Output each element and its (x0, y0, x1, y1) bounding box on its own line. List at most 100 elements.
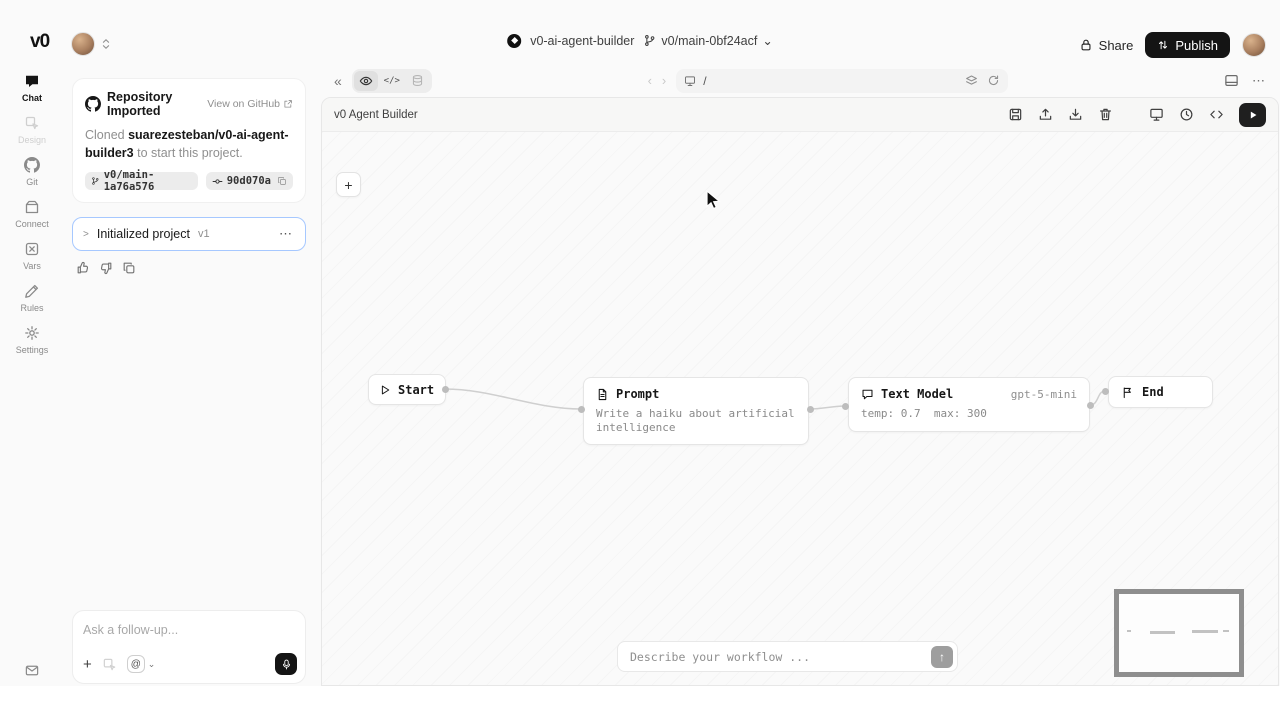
top-bar: v0 v0-ai-agent-builder v0/main-0bf24acf … (0, 0, 1280, 64)
branch-badge[interactable]: v0/main-1a76a576 (85, 172, 198, 190)
copy-response-icon[interactable] (122, 261, 136, 275)
flag-icon (1121, 386, 1134, 399)
code-icon[interactable] (1209, 107, 1224, 122)
commit-badge[interactable]: 90d070a (206, 172, 293, 190)
feedback-mail-icon[interactable] (25, 663, 40, 678)
workspace-switcher-icon[interactable] (100, 37, 112, 51)
node-title: End (1142, 385, 1164, 399)
minimap-node-mark (1223, 630, 1229, 632)
chat-icon (24, 73, 40, 89)
mention-source-selector[interactable]: @ ⌄ (127, 655, 156, 673)
port-prompt-in[interactable] (578, 406, 585, 413)
workflow-prompt-bar: ↑ (617, 641, 958, 672)
history-clock-icon[interactable] (1179, 107, 1194, 122)
workflow-prompt-input[interactable] (630, 650, 931, 664)
branch-selector[interactable]: v0/main-0bf24acf ⌄ (643, 33, 772, 48)
rail-item-connect[interactable]: Connect (15, 199, 49, 229)
code-view-icon[interactable]: </> (380, 71, 404, 91)
project-chip: v0-ai-agent-builder v0/main-0bf24acf ⌄ (507, 33, 773, 48)
design-mode-icon[interactable] (102, 657, 117, 672)
copy-commit-icon[interactable] (277, 176, 287, 186)
preview-toolbar: « </> ‹ › / (320, 64, 1280, 97)
chevron-down-icon: ⌄ (762, 33, 772, 48)
node-description: temp: 0.7 max: 300 (861, 407, 1077, 421)
rail-item-git[interactable]: Git (24, 157, 40, 187)
rail-item-chat[interactable]: Chat (22, 73, 42, 103)
nav-forward-icon[interactable]: › (662, 73, 666, 88)
project-icon (507, 34, 521, 48)
canvas-minimap[interactable] (1114, 589, 1244, 677)
rail-item-vars[interactable]: Vars (23, 241, 41, 271)
rail-item-rules[interactable]: Rules (20, 283, 43, 313)
collapse-panel-icon[interactable]: « (334, 73, 342, 89)
builder-toolbar (1008, 103, 1266, 127)
device-icon (684, 75, 696, 87)
feedback-row (76, 261, 306, 275)
followup-input[interactable] (83, 623, 295, 637)
thumbs-down-icon[interactable] (99, 261, 113, 275)
view-on-github-link[interactable]: View on GitHub (207, 98, 293, 110)
download-icon[interactable] (1068, 107, 1083, 122)
monitor-icon[interactable] (1149, 107, 1164, 122)
workflow-canvas[interactable]: + Start Prompt Write a haiku about artif… (322, 132, 1278, 685)
port-start-out[interactable] (442, 386, 449, 393)
version-row-initialized-project[interactable]: > Initialized project v1 ⋯ (72, 217, 306, 251)
node-title: Start (398, 383, 434, 397)
followup-toolbar: + @ ⌄ (83, 653, 297, 675)
preview-url-bar[interactable]: / (676, 69, 1008, 93)
version-more-icon[interactable]: ⋯ (279, 226, 293, 242)
port-prompt-out[interactable] (807, 406, 814, 413)
attach-plus-icon[interactable]: + (83, 656, 92, 673)
model-name-badge: gpt-5-mini (1011, 388, 1077, 401)
user-avatar[interactable] (1242, 33, 1266, 57)
preview-more-icon[interactable]: ⋯ (1252, 73, 1266, 89)
microphone-icon (281, 659, 292, 670)
rail-item-settings[interactable]: Settings (16, 325, 49, 355)
upload-icon[interactable] (1038, 107, 1053, 122)
top-bar-right: Share Publish (1079, 32, 1266, 58)
rail-label: Vars (23, 261, 41, 271)
v0-logo[interactable]: v0 (30, 31, 49, 53)
node-start[interactable]: Start (368, 374, 446, 405)
branch-name: v0/main-0bf24acf (661, 34, 757, 48)
repo-badges: v0/main-1a76a576 90d070a (85, 172, 293, 190)
workspace-avatar[interactable] (71, 32, 95, 56)
node-text-model[interactable]: Text Model gpt-5-mini temp: 0.7 max: 300 (848, 377, 1090, 432)
arrow-up-icon: ↑ (939, 650, 945, 664)
node-prompt[interactable]: Prompt Write a haiku about artificial in… (583, 377, 809, 445)
rail-item-design[interactable]: Design (18, 115, 46, 145)
port-end-in[interactable] (1102, 388, 1109, 395)
chevron-right-icon[interactable]: > (83, 229, 89, 240)
play-outline-icon (379, 384, 391, 396)
port-model-in[interactable] (842, 403, 849, 410)
connect-icon (24, 199, 40, 215)
port-model-out[interactable] (1087, 402, 1094, 409)
chevron-down-icon: ⌄ (148, 659, 156, 670)
share-button[interactable]: Share (1079, 38, 1134, 53)
gear-icon (24, 325, 40, 341)
rail-label: Rules (20, 303, 43, 313)
publish-button[interactable]: Publish (1145, 32, 1230, 58)
project-name[interactable]: v0-ai-agent-builder (530, 34, 634, 48)
database-view-icon[interactable] (406, 71, 430, 91)
commit-badge-label: 90d070a (227, 175, 271, 187)
refresh-icon[interactable] (987, 74, 1000, 87)
thumbs-up-icon[interactable] (76, 261, 90, 275)
save-icon[interactable] (1008, 107, 1023, 122)
minimap-node-mark (1127, 630, 1131, 632)
workflow-send-button[interactable]: ↑ (931, 646, 953, 668)
rail-label: Settings (16, 345, 49, 355)
nav-back-icon[interactable]: ‹ (648, 73, 652, 88)
preview-pane: « </> ‹ › / (320, 64, 1280, 686)
run-workflow-button[interactable] (1239, 103, 1266, 127)
layers-icon[interactable] (965, 74, 978, 87)
trash-icon[interactable] (1098, 107, 1113, 122)
preview-eye-icon[interactable] (354, 71, 378, 91)
play-icon (1248, 110, 1258, 120)
v0-app: v0 v0-ai-agent-builder v0/main-0bf24acf … (0, 0, 1280, 720)
layout-panel-icon[interactable] (1224, 73, 1239, 88)
node-end[interactable]: End (1108, 376, 1213, 408)
add-node-button[interactable]: + (336, 172, 361, 197)
voice-input-button[interactable] (275, 653, 297, 675)
design-icon (24, 115, 40, 131)
